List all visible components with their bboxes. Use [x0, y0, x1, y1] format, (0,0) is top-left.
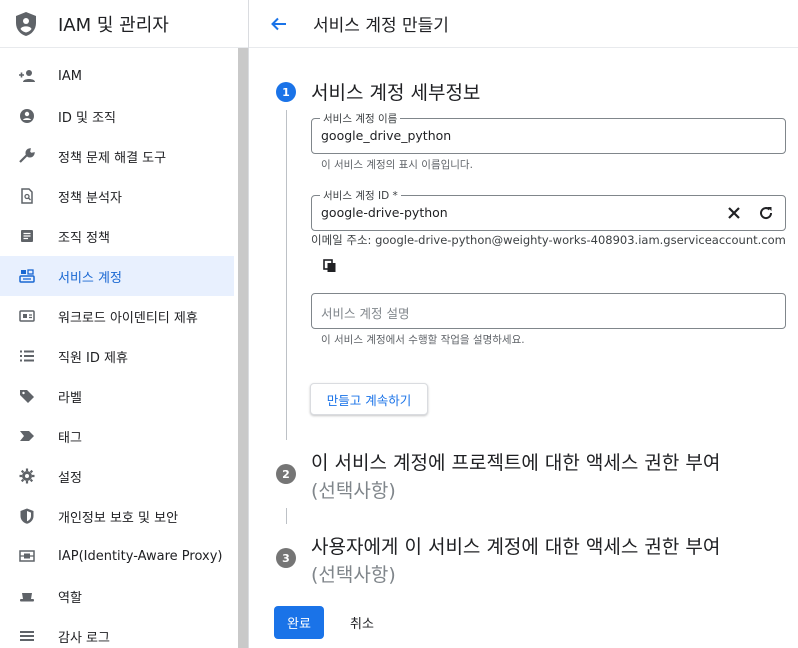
- sidebar-item-settings[interactable]: 설정: [0, 456, 234, 496]
- sidebar-item-org-policies[interactable]: 조직 정책: [0, 216, 234, 256]
- sidebar-item-label: IAM: [58, 68, 82, 84]
- sidebar-item-label: 조직 정책: [58, 230, 110, 246]
- list-document-icon: [18, 227, 36, 245]
- sidebar-item-iap[interactable]: IAP(Identity-Aware Proxy): [0, 536, 234, 576]
- sidebar-item-label: IAP(Identity-Aware Proxy): [58, 548, 223, 564]
- service-account-id-field[interactable]: 서비스 계정 ID * google-drive-python: [311, 188, 786, 231]
- sidebar-item-label: 라벨: [58, 390, 82, 406]
- sidebar-item-labels[interactable]: 라벨: [0, 376, 234, 416]
- sidebar-item-identity-org[interactable]: ID 및 조직: [0, 96, 234, 136]
- sidebar-item-workforce-identity-federation[interactable]: 직원 ID 제휴: [0, 336, 234, 376]
- sidebar-item-label: 정책 분석자: [58, 190, 122, 206]
- iam-shield-logo-icon: [14, 11, 38, 37]
- id-card-icon: [18, 307, 36, 325]
- list-icon: [18, 347, 36, 365]
- account-circle-icon: [18, 107, 36, 125]
- sidebar-item-label: 정책 문제 해결 도구: [58, 150, 167, 166]
- service-account-id-input[interactable]: google-drive-python: [321, 205, 448, 220]
- sidebar-item-policy-troubleshooter[interactable]: 정책 문제 해결 도구: [0, 136, 234, 176]
- sidebar-item-label: 직원 ID 제휴: [58, 350, 128, 366]
- sidebar-item-workload-identity-federation[interactable]: 워크로드 아이덴티티 제휴: [0, 296, 234, 336]
- step-1-title[interactable]: 서비스 계정 세부정보: [311, 78, 480, 105]
- service-account-name-field[interactable]: 서비스 계정 이름 google_drive_python: [311, 111, 786, 154]
- sidebar-item-policy-analyzer[interactable]: 정책 분석자: [0, 176, 234, 216]
- done-button[interactable]: 완료: [274, 606, 324, 639]
- sidebar-item-label: ID 및 조직: [58, 110, 116, 126]
- sidebar-item-iam[interactable]: IAM: [0, 56, 234, 96]
- service-account-icon: [18, 267, 36, 285]
- page-title: 서비스 계정 만들기: [313, 16, 449, 36]
- sidebar-item-label: 역할: [58, 590, 82, 606]
- sidebar-item-label: 감사 로그: [58, 630, 110, 646]
- service-account-name-hint: 이 서비스 계정의 표시 이름입니다.: [321, 159, 473, 171]
- step-3-optional: (선택사항): [311, 564, 396, 586]
- step-2-optional: (선택사항): [311, 480, 396, 502]
- chevron-tag-icon: [18, 427, 36, 445]
- back-arrow-icon[interactable]: [267, 12, 291, 36]
- sidebar-item-audit-logs[interactable]: 감사 로그: [0, 616, 234, 648]
- sidebar-item-roles[interactable]: 역할: [0, 576, 234, 616]
- sidebar-item-label: 워크로드 아이덴티티 제휴: [58, 310, 198, 326]
- sidebar-item-label: 서비스 계정: [58, 270, 122, 286]
- hat-icon: [18, 587, 36, 605]
- gear-icon: [18, 467, 36, 485]
- field-label: 서비스 계정 ID *: [320, 188, 401, 203]
- sidebar-item-label: 개인정보 보호 및 보안: [58, 510, 179, 526]
- shield-icon: [18, 507, 36, 525]
- document-search-icon: [18, 187, 36, 205]
- sidebar: IAM 및 관리자 IAM ID 및 조직 정책 문제 해결 도구 정책 분석자…: [0, 0, 249, 648]
- step-connector: [286, 110, 287, 440]
- step-connector: [286, 508, 287, 524]
- sidebar-header: IAM 및 관리자: [0, 0, 248, 48]
- step-2-badge: 2: [276, 464, 296, 484]
- proxy-icon: [18, 547, 36, 565]
- field-label: 서비스 계정 이름: [320, 111, 401, 126]
- clear-icon[interactable]: [723, 202, 745, 224]
- sidebar-item-tags[interactable]: 태그: [0, 416, 234, 456]
- service-account-description-input[interactable]: 서비스 계정 설명: [321, 303, 409, 322]
- sidebar-item-privacy-security[interactable]: 개인정보 보호 및 보안: [0, 496, 234, 536]
- sidebar-scrollbar[interactable]: [238, 48, 248, 648]
- service-account-description-hint: 이 서비스 계정에서 수행할 작업을 설명하세요.: [321, 334, 525, 346]
- lines-icon: [18, 627, 36, 645]
- person-add-icon: [18, 67, 36, 85]
- step-3-title[interactable]: 사용자에게 이 서비스 계정에 대한 액세스 권한 부여: [311, 532, 720, 559]
- sidebar-item-label: 설정: [58, 470, 82, 486]
- cancel-button[interactable]: 취소: [340, 606, 384, 639]
- wrench-icon: [18, 147, 36, 165]
- sidebar-item-label: 태그: [58, 430, 82, 446]
- page-header: 서비스 계정 만들기: [249, 0, 798, 48]
- email-address-text: 이메일 주소: google-drive-python@weighty-work…: [311, 233, 786, 247]
- create-and-continue-button[interactable]: 만들고 계속하기: [310, 383, 428, 415]
- step-2-title[interactable]: 이 서비스 계정에 프로젝트에 대한 액세스 권한 부여: [311, 448, 720, 475]
- refresh-icon[interactable]: [755, 202, 777, 224]
- sidebar-nav: IAM ID 및 조직 정책 문제 해결 도구 정책 분석자 조직 정책 서비스…: [0, 56, 234, 648]
- step-1-badge: 1: [276, 82, 296, 102]
- step-3-badge: 3: [276, 548, 296, 568]
- app-title: IAM 및 관리자: [58, 14, 169, 36]
- sidebar-item-service-accounts[interactable]: 서비스 계정: [0, 256, 234, 296]
- service-account-name-input[interactable]: google_drive_python: [321, 128, 451, 143]
- tag-icon: [18, 387, 36, 405]
- service-account-description-field[interactable]: 서비스 계정 설명: [311, 293, 786, 329]
- copy-icon[interactable]: [320, 256, 340, 276]
